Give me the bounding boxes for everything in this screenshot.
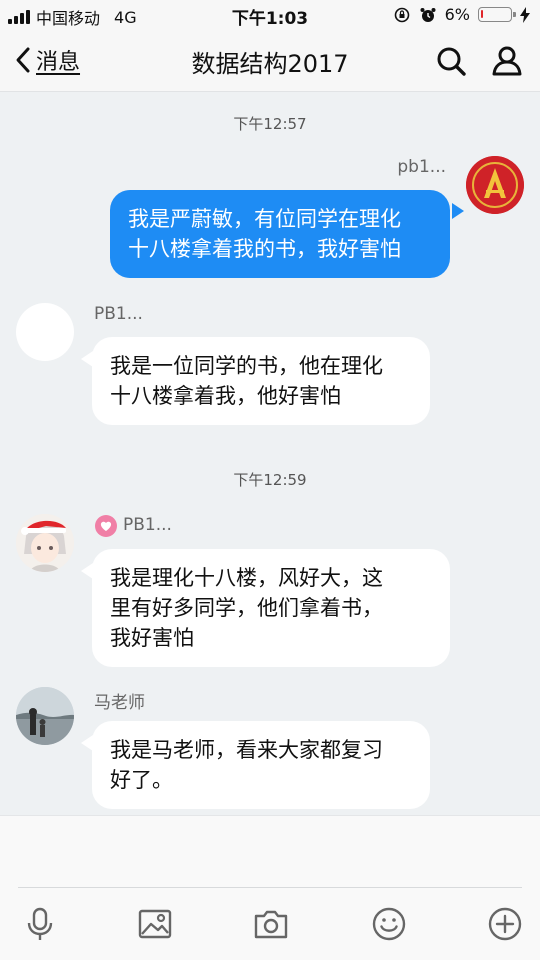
time-separator: 下午12:57 — [233, 115, 307, 133]
message-bubble-incoming[interactable]: 我是一位同学的书，他在理化 十八楼拿着我，他好害怕 — [92, 337, 430, 425]
message-line: 我是理化十八楼，风好大，这 — [110, 566, 383, 590]
chat-header: 消息 数据结构2017 — [0, 30, 540, 92]
status-bar: 中国移动 4G 下午1:03 6% — [0, 0, 540, 30]
time-separator: 下午12:59 — [233, 471, 307, 489]
search-icon[interactable] — [434, 44, 468, 78]
avatar[interactable] — [16, 687, 74, 745]
message-line: 好了。 — [110, 768, 173, 792]
plus-icon[interactable] — [487, 906, 523, 942]
battery-percent: 6% — [444, 5, 470, 24]
heart-badge-icon — [95, 515, 117, 537]
rotation-lock-icon — [394, 7, 409, 22]
message-line: 我是严蔚敏，有位同学在理化 — [128, 207, 401, 231]
sender-name: PB1... — [94, 304, 143, 324]
charging-icon — [520, 6, 530, 23]
sender-name: PB1... — [123, 515, 172, 535]
message-bubble-outgoing[interactable]: 我是严蔚敏，有位同学在理化 十八楼拿着我的书，我好害怕 — [110, 190, 450, 278]
alarm-icon — [420, 7, 436, 22]
sender-name: pb1... — [397, 157, 446, 177]
chat-area[interactable]: 下午12:57 pb1... 我是严蔚敏，有位同学在理化 十八楼拿着我的书，我好… — [0, 93, 540, 815]
avatar[interactable] — [466, 156, 524, 214]
message-bubble-incoming[interactable]: 我是马老师，看来大家都复习 好了。 — [92, 721, 430, 809]
camera-icon[interactable] — [253, 906, 289, 942]
message-line: 十八楼拿着我，他好害怕 — [110, 384, 341, 408]
person-icon[interactable] — [490, 44, 524, 78]
message-line: 十八楼拿着我的书，我好害怕 — [128, 237, 401, 261]
message-line: 我是一位同学的书，他在理化 — [110, 354, 383, 378]
sender-name: 马老师 — [94, 693, 145, 713]
message-input[interactable] — [0, 815, 540, 888]
message-line: 我好害怕 — [110, 626, 194, 650]
avatar-anime-icon — [16, 514, 74, 572]
message-line: 里有好多同学，他们拿着书， — [110, 596, 383, 620]
avatar-beach-photo-icon — [16, 687, 74, 745]
avatar-emblem-icon — [466, 156, 524, 214]
battery-icon — [478, 7, 516, 22]
message-bubble-incoming[interactable]: 我是理化十八楼，风好大，这 里有好多同学，他们拿着书， 我好害怕 — [92, 549, 450, 667]
avatar[interactable] — [16, 303, 74, 361]
back-label: 消息 — [36, 50, 81, 75]
input-toolbar — [0, 888, 540, 960]
image-icon[interactable] — [137, 906, 173, 942]
back-button[interactable]: 消息 — [14, 44, 80, 76]
bubble-tail — [452, 203, 464, 219]
microphone-icon[interactable] — [22, 906, 58, 942]
chevron-left-icon — [16, 47, 30, 73]
message-line: 我是马老师，看来大家都复习 — [110, 738, 383, 762]
avatar[interactable] — [16, 514, 74, 572]
emoji-icon[interactable] — [371, 906, 407, 942]
